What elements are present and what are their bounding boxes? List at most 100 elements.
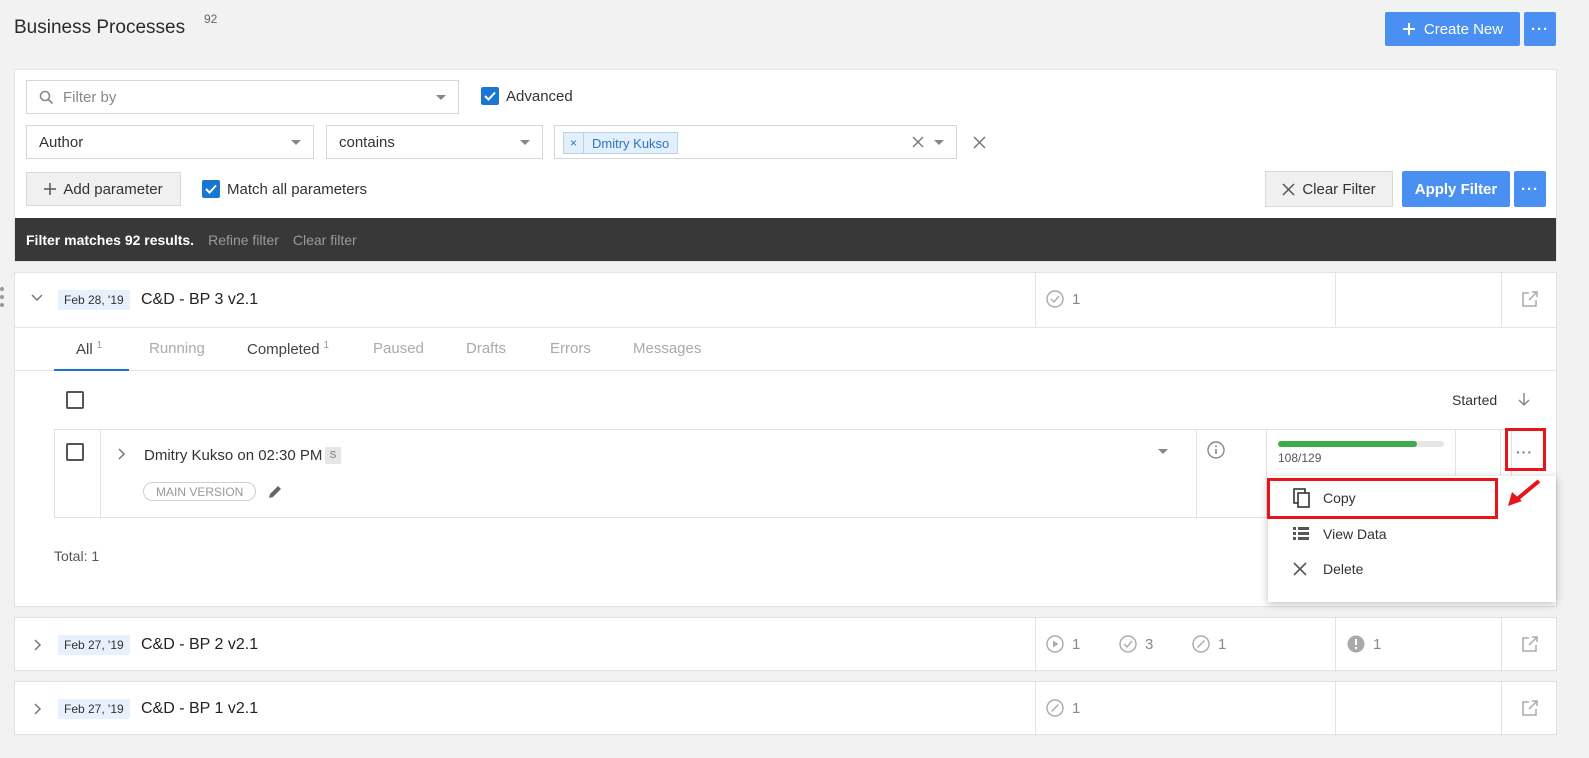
create-new-label: Create New xyxy=(1423,20,1504,38)
parameter-operator-value: contains xyxy=(339,133,395,151)
completed-stat: 1 xyxy=(1046,290,1080,308)
tab-drafts[interactable]: Drafts xyxy=(466,340,506,357)
clear-filter-link[interactable]: Clear filter xyxy=(293,232,357,248)
process-card[interactable]: Feb 27, '19 C&D - BP 2 v2.1 1 3 1 1 xyxy=(14,617,1557,672)
paused-circle-icon xyxy=(1192,635,1210,653)
drag-handle-icon[interactable] xyxy=(0,286,4,310)
divider xyxy=(1035,682,1036,736)
chevron-right-icon[interactable] xyxy=(34,639,42,651)
chevron-down-icon xyxy=(934,140,944,145)
chevron-down-icon[interactable] xyxy=(1158,449,1168,454)
filter-panel: Filter by Advanced Author contains × Dmi… xyxy=(14,69,1557,262)
tab-all[interactable]: All 1 xyxy=(76,340,102,358)
arrow-down-icon[interactable] xyxy=(1518,392,1530,407)
annotation-arrow-icon xyxy=(1504,478,1544,508)
chevron-right-icon[interactable] xyxy=(118,448,126,460)
filter-search-placeholder: Filter by xyxy=(63,88,117,106)
process-name[interactable]: C&D - BP 3 v2.1 xyxy=(141,291,258,309)
error-icon xyxy=(1347,635,1365,653)
divider xyxy=(1501,618,1502,672)
result-text: Filter matches 92 results. xyxy=(26,231,195,248)
sort-label[interactable]: Started xyxy=(1452,392,1497,408)
close-icon xyxy=(1293,562,1307,576)
paused-stat: 1 xyxy=(1046,699,1080,717)
filter-search-input[interactable]: Filter by xyxy=(26,80,459,114)
date-badge: Feb 28, '19 xyxy=(58,290,130,310)
select-all-checkbox[interactable] xyxy=(66,391,84,409)
process-card[interactable]: Feb 27, '19 C&D - BP 1 v2.1 1 xyxy=(14,681,1557,736)
create-new-button[interactable]: Create New xyxy=(1385,12,1520,46)
chevron-down-icon xyxy=(436,95,446,100)
search-icon xyxy=(39,90,54,105)
tab-all-count: 1 xyxy=(96,340,103,351)
chevron-down-icon xyxy=(291,140,301,145)
open-external-icon[interactable] xyxy=(1521,635,1539,653)
paused-stat: 1 xyxy=(1192,635,1226,653)
match-all-label: Match all parameters xyxy=(227,181,368,198)
tab-errors[interactable]: Errors xyxy=(550,340,591,357)
clear-value-icon[interactable] xyxy=(912,136,924,148)
refine-filter-link[interactable]: Refine filter xyxy=(208,232,279,248)
process-name[interactable]: C&D - BP 2 v2.1 xyxy=(141,636,258,654)
plus-icon xyxy=(44,183,57,195)
apply-more-button[interactable]: ··· xyxy=(1514,171,1546,207)
more-icon: ··· xyxy=(1531,20,1549,38)
tab-completed-count: 1 xyxy=(323,340,330,351)
paused-count: 1 xyxy=(1072,699,1081,717)
completed-count: 1 xyxy=(1072,290,1081,308)
parameter-operator-select[interactable]: contains xyxy=(326,125,543,159)
tab-messages[interactable]: Messages xyxy=(633,340,701,357)
more-icon: ··· xyxy=(1521,180,1539,198)
remove-parameter-icon[interactable] xyxy=(973,136,986,149)
total-count: Total: 1 xyxy=(54,548,100,564)
header-more-button[interactable]: ··· xyxy=(1524,12,1556,46)
chevron-right-icon[interactable] xyxy=(34,703,42,715)
chip-remove-icon[interactable]: × xyxy=(564,133,584,153)
add-parameter-button[interactable]: Add parameter xyxy=(26,172,181,206)
completed-count: 3 xyxy=(1145,635,1154,653)
process-name[interactable]: C&D - BP 1 v2.1 xyxy=(141,700,258,718)
tab-completed-label: Completed xyxy=(247,341,320,358)
play-circle-icon xyxy=(1046,635,1064,653)
edit-pencil-icon[interactable] xyxy=(268,484,283,499)
divider xyxy=(1035,618,1036,672)
divider xyxy=(1335,618,1336,672)
menu-delete-label: Delete xyxy=(1323,561,1364,577)
open-external-icon[interactable] xyxy=(1521,290,1539,308)
add-parameter-label: Add parameter xyxy=(63,180,163,198)
chevron-down-icon xyxy=(520,140,530,145)
instance-name[interactable]: Dmitry Kukso on 02:30 PM xyxy=(144,447,322,464)
progress-bar xyxy=(1278,441,1444,447)
tab-running[interactable]: Running xyxy=(149,340,205,357)
tab-paused[interactable]: Paused xyxy=(373,340,424,357)
completed-stat: 3 xyxy=(1119,635,1153,653)
match-all-checkbox[interactable] xyxy=(202,180,220,198)
apply-filter-button[interactable]: Apply Filter xyxy=(1402,171,1510,207)
menu-item-view-data[interactable]: View Data xyxy=(1268,516,1556,552)
parameter-field-select[interactable]: Author xyxy=(26,125,314,159)
open-external-icon[interactable] xyxy=(1521,699,1539,717)
instance-badge: S xyxy=(325,447,341,464)
process-count: 92 xyxy=(204,12,218,26)
running-stat: 1 xyxy=(1046,635,1080,653)
info-icon[interactable] xyxy=(1207,441,1225,459)
divider xyxy=(1335,682,1336,736)
highlight-more-button xyxy=(1505,428,1546,471)
version-pill: MAIN VERSION xyxy=(143,482,257,501)
parameter-value-input[interactable]: × Dmitry Kukso xyxy=(554,125,957,159)
chevron-down-icon[interactable] xyxy=(31,294,43,302)
page-title: Business Processes xyxy=(14,17,186,38)
menu-item-delete[interactable]: Delete xyxy=(1268,551,1556,587)
tab-completed[interactable]: Completed 1 xyxy=(247,340,329,358)
divider xyxy=(1335,273,1336,326)
advanced-label: Advanced xyxy=(506,88,573,105)
filter-result-bar: Filter matches 92 results. Refine filter… xyxy=(15,218,1556,261)
instance-checkbox[interactable] xyxy=(66,443,84,461)
status-tabs: All 1 Running Completed 1 Paused Drafts Er… xyxy=(15,327,1556,371)
divider xyxy=(1035,273,1036,326)
clear-filter-button[interactable]: Clear Filter xyxy=(1265,171,1393,207)
plus-icon xyxy=(1402,22,1416,36)
process-card-header[interactable]: Feb 28, '19 C&D - BP 3 v2.1 1 xyxy=(15,273,1556,326)
parameter-field-value: Author xyxy=(39,133,84,151)
advanced-checkbox[interactable] xyxy=(481,87,499,105)
